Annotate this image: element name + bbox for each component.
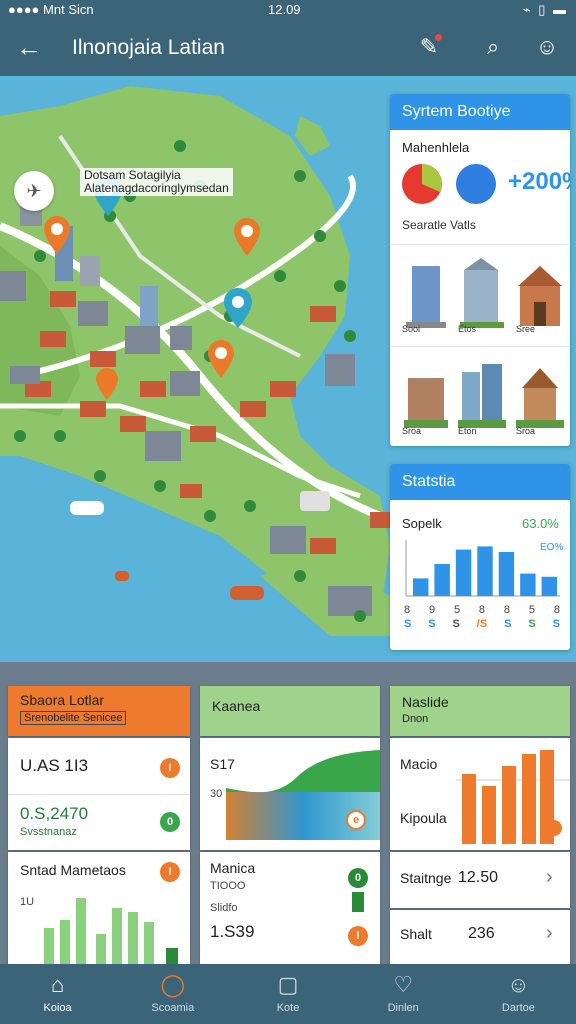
- carrier-label: ●●●● Mnt Sicn: [8, 2, 94, 17]
- left-chart-axis: 1U: [20, 896, 35, 908]
- search-icon[interactable]: ⌕: [478, 32, 508, 62]
- info-icon: !: [160, 758, 180, 778]
- heart-icon: ♡: [393, 972, 414, 997]
- right-row1-label: Staitnge: [400, 870, 452, 886]
- left-chart-card[interactable]: Sntad Mametaos ! 1U: [8, 852, 190, 964]
- app-bar: ← Ilnonojaia Latian ✎ ⌕ ☺: [0, 20, 576, 76]
- stats-ticks: 8958858: [404, 604, 560, 616]
- mid-stats-value: 1.S39: [210, 922, 255, 941]
- counter-icon: 0: [348, 868, 368, 888]
- green-marker: [352, 892, 364, 912]
- nav-chart[interactable]: ▢ Kote: [230, 964, 345, 1024]
- flag-icon: e: [346, 810, 366, 830]
- mid-stats-title: Manica: [210, 860, 256, 876]
- system-card-percent: +200%: [508, 168, 570, 195]
- check-icon: 0: [160, 812, 180, 832]
- nav-profile[interactable]: ☺ Dartoe: [461, 964, 576, 1024]
- green-right-title: Naslide: [402, 694, 449, 710]
- map-label: Dotsam Sotagilyia Alatenagdacoringlymsed…: [80, 168, 233, 196]
- stats-bar: [498, 552, 515, 596]
- chart-box-icon: ▢: [277, 972, 299, 997]
- right-row2-value: 236: [468, 925, 495, 942]
- user-icon[interactable]: ☺: [532, 32, 562, 62]
- stats-bar: [413, 578, 429, 596]
- stats-bar: [520, 573, 536, 596]
- status-bar: ●●●● Mnt Sicn 12.09 ⌁ ▯ ▬: [0, 0, 576, 20]
- mid-area-card[interactable]: S17 30 e: [200, 738, 380, 850]
- battery-icon: ⌁ ▯ ▬: [522, 2, 568, 17]
- page-title: Ilnonojaia Latian: [72, 36, 225, 59]
- system-card: Syrtem Bootiye Mahenhlela +200% Searatle…: [390, 94, 570, 446]
- dashboard-panel: Sbaora Lotlar Srenobelite Senicee Kaanea…: [0, 662, 576, 964]
- left-chart-title: Sntad Mametaos: [20, 862, 126, 878]
- map-pin-icon[interactable]: [234, 218, 260, 256]
- map-pin-icon[interactable]: [208, 340, 234, 378]
- left-value-2: 0.S,2470: [20, 804, 89, 823]
- stats-card: Statstia Sopelk 63.0% EO% 8958858 S S S/S S…: [390, 464, 570, 650]
- stats-bar: [477, 546, 493, 596]
- stats-bar-chart: [405, 540, 560, 597]
- chevron-right-icon[interactable]: ›: [546, 866, 553, 889]
- alert-icon: !: [348, 926, 368, 946]
- tag-icon: !: [160, 862, 180, 882]
- right-row-1[interactable]: Staitnge 12.50 ›: [390, 852, 570, 908]
- green-header-title: Kaanea: [212, 698, 261, 714]
- stats-card-percent: 63.0%: [522, 516, 559, 531]
- chevron-right-icon[interactable]: ›: [546, 922, 553, 945]
- map-pin-icon[interactable]: [96, 368, 118, 400]
- left-values-card[interactable]: U.AS 1I3 ! 0.S,2470 Svsstnanaz 0: [8, 738, 190, 850]
- edit-pin-icon[interactable]: ✎: [414, 32, 444, 62]
- right-bars-label1: Macio: [400, 756, 438, 772]
- right-row-2[interactable]: Shalt 236 ›: [390, 910, 570, 964]
- compass-icon[interactable]: ✈: [14, 171, 54, 211]
- back-arrow-icon[interactable]: ←: [16, 32, 42, 62]
- system-card-values-label: Searatle Vatls: [402, 218, 476, 232]
- stats-bar: [541, 576, 557, 596]
- mid-area-axis: 30: [210, 788, 223, 800]
- bubble-icon: ◯: [160, 972, 186, 997]
- stats-ticks-colored: S S S/S S S S: [404, 618, 560, 630]
- home-icon: ⌂: [50, 972, 65, 997]
- right-row1-value: 12.50: [458, 869, 499, 886]
- left-bar-chart: [44, 898, 178, 964]
- right-bars-label2: Kipoula: [400, 810, 447, 826]
- right-bars-card[interactable]: Macio Kipoula: [390, 738, 570, 850]
- orange-header-sub: Srenobelite Senicee: [20, 711, 127, 725]
- right-row2-label: Shalt: [400, 926, 432, 942]
- stats-bar: [455, 549, 472, 596]
- map-pin-icon[interactable]: [44, 216, 70, 254]
- orange-header-card[interactable]: Sbaora Lotlar Srenobelite Senicee: [8, 686, 190, 736]
- nav-home[interactable]: ⌂ Koioa: [0, 964, 115, 1024]
- map-pin-icon[interactable]: [224, 288, 252, 328]
- green-right-header-card[interactable]: Naslide Dnon: [390, 686, 570, 736]
- system-card-subtitle: Mahenhlela: [402, 140, 470, 155]
- green-right-sub: Dnon: [402, 713, 429, 725]
- stats-bar: [434, 564, 450, 596]
- stats-card-subtitle: Sopelk: [402, 516, 442, 531]
- donut-icon: [456, 164, 496, 204]
- stats-card-title: Statstia: [390, 464, 570, 500]
- pie-icon: [402, 164, 442, 204]
- mid-stats-line2: Slidfo: [210, 902, 238, 914]
- right-bar-chart: [456, 750, 570, 844]
- nav-favorites[interactable]: ♡ Dinlen: [346, 964, 461, 1024]
- orange-header-title: Sbaora Lotlar: [20, 692, 105, 708]
- clock: 12.09: [268, 2, 301, 17]
- person-icon: ☺: [507, 972, 530, 997]
- left-value-2-sub: Svsstnanaz: [20, 826, 77, 838]
- mid-stats-card[interactable]: Manica TIOOO Slidfo 1.S39 0 !: [200, 852, 380, 964]
- left-value-1: U.AS 1I3: [20, 756, 89, 775]
- bottom-nav: ⌂ Koioa ◯ Scoamia ▢ Kote ♡ Dinlen ☺ Dart…: [0, 964, 576, 1024]
- green-header-card[interactable]: Kaanea: [200, 686, 380, 736]
- mid-stats-line1: TIOOO: [210, 880, 246, 892]
- system-card-title: Syrtem Bootiye: [390, 94, 570, 130]
- nav-chat[interactable]: ◯ Scoamia: [115, 964, 230, 1024]
